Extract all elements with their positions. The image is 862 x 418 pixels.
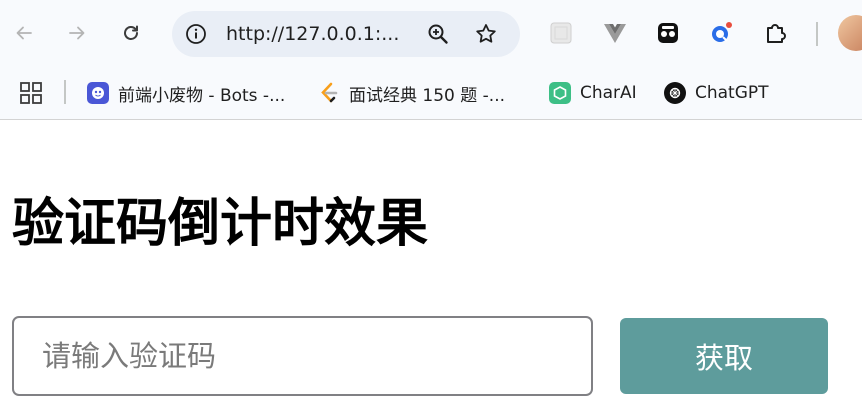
- bots-icon: [87, 82, 109, 104]
- page-title: 验证码倒计时效果: [12, 194, 429, 254]
- openai-icon: [664, 82, 686, 104]
- arrow-left-icon: [16, 26, 32, 40]
- bookmark-label: 面试经典 150 题 -...: [349, 85, 506, 106]
- address-bar[interactable]: http://127.0.0.1:...: [172, 11, 520, 57]
- profile-avatar[interactable]: [838, 15, 862, 51]
- apps-grid-icon[interactable]: [19, 81, 43, 105]
- arrow-right-icon: [69, 26, 85, 40]
- bookmarks-bar: 前端小废物 - Bots -... 面试经典 150 题 -... CharAI…: [0, 68, 862, 120]
- bookmark-chatgpt[interactable]: ChatGPT: [664, 78, 769, 108]
- url-text[interactable]: http://127.0.0.1:...: [226, 23, 399, 45]
- bookmark-charai[interactable]: CharAI: [549, 78, 637, 108]
- tab-manager-icon[interactable]: [655, 20, 681, 46]
- search-extension-icon[interactable]: [708, 20, 734, 46]
- bookmark-label: CharAI: [580, 83, 637, 103]
- charai-icon: [549, 82, 571, 104]
- generic-extension-icon[interactable]: [548, 20, 574, 46]
- vue-devtools-icon[interactable]: [602, 20, 628, 46]
- bookmarks-divider: [64, 80, 66, 104]
- site-info-icon[interactable]: [185, 23, 207, 45]
- verification-code-input[interactable]: [12, 316, 593, 396]
- bookmark-star-icon[interactable]: [474, 22, 498, 46]
- forward-button[interactable]: [62, 18, 92, 48]
- puzzle-extensions-icon[interactable]: [763, 20, 789, 46]
- zoom-icon[interactable]: [426, 22, 450, 46]
- toolbar-divider: [816, 22, 818, 46]
- back-button[interactable]: [9, 18, 39, 48]
- browser-toolbar: http://127.0.0.1:...: [0, 0, 862, 68]
- reload-button[interactable]: [116, 18, 146, 48]
- bookmark-label: ChatGPT: [695, 83, 769, 103]
- get-code-button[interactable]: 获取: [620, 318, 828, 394]
- reload-icon: [124, 25, 138, 40]
- leetcode-icon: [318, 82, 340, 104]
- bookmark-bots[interactable]: 前端小废物 - Bots -...: [87, 78, 285, 108]
- bookmark-label: 前端小废物 - Bots -...: [118, 85, 286, 106]
- bookmark-leetcode[interactable]: 面试经典 150 题 -...: [318, 78, 505, 108]
